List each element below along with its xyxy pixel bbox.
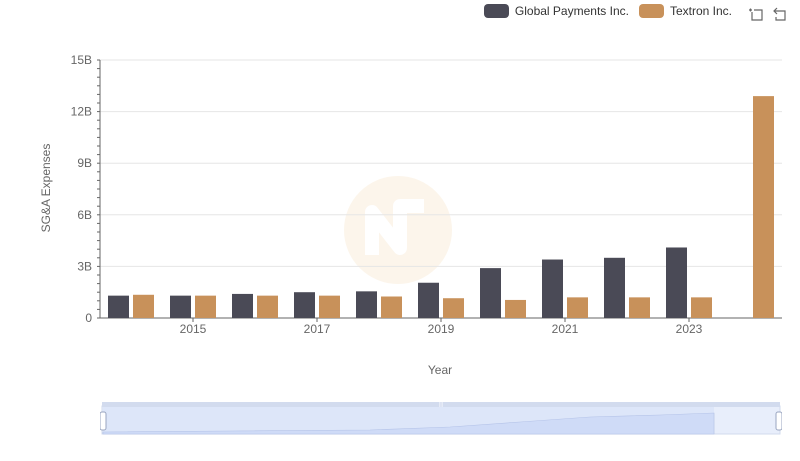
slider-left-handle[interactable] bbox=[100, 411, 107, 431]
bar-global-payments-2020[interactable] bbox=[480, 268, 501, 318]
bar-textron-2020[interactable] bbox=[505, 299, 526, 318]
y-axis-title: SG&A Expenses bbox=[39, 144, 53, 233]
bar-textron-2015[interactable] bbox=[195, 295, 216, 318]
bar-global-payments-2017[interactable] bbox=[294, 292, 315, 318]
bar-textron-2021[interactable] bbox=[567, 297, 588, 318]
x-tick-label: 2017 bbox=[304, 322, 331, 336]
bar-textron-2022[interactable] bbox=[629, 297, 650, 318]
y-tick-label: 0 bbox=[85, 311, 92, 325]
y-tick-label: 9B bbox=[77, 156, 92, 170]
bar-global-payments-2018[interactable] bbox=[356, 291, 377, 318]
y-tick-label: 12B bbox=[71, 105, 92, 119]
bar-global-payments-2014[interactable] bbox=[108, 295, 129, 318]
y-axis: 0 3B 6B 9B 12B 15B bbox=[71, 53, 101, 325]
x-tick-label: 2023 bbox=[676, 322, 703, 336]
watermark-logo bbox=[344, 176, 452, 284]
bar-global-payments-2019[interactable] bbox=[418, 282, 439, 318]
data-zoom-slider[interactable]: ||| bbox=[100, 402, 782, 436]
x-tick-label: 2019 bbox=[428, 322, 455, 336]
slider-grip[interactable]: ||| bbox=[439, 402, 443, 408]
bar-global-payments-2023[interactable] bbox=[666, 247, 687, 318]
slider-selected-range bbox=[103, 407, 714, 434]
x-axis-title: Year bbox=[428, 363, 452, 377]
x-axis: 2015 2017 2019 2021 2023 bbox=[100, 317, 782, 336]
bar-textron-2014[interactable] bbox=[133, 294, 154, 318]
bar-textron-2019[interactable] bbox=[443, 298, 464, 318]
bar-textron-2016[interactable] bbox=[257, 295, 278, 318]
bar-textron-2018[interactable] bbox=[381, 296, 402, 319]
x-tick-label: 2015 bbox=[180, 322, 207, 336]
bar-textron-2017[interactable] bbox=[319, 295, 340, 318]
y-tick-label: 6B bbox=[77, 208, 92, 222]
bar-global-payments-2022[interactable] bbox=[604, 257, 625, 318]
y-tick-label: 3B bbox=[77, 259, 92, 273]
bar-global-payments-2021[interactable] bbox=[542, 259, 563, 318]
bar-global-payments-2016[interactable] bbox=[232, 293, 253, 318]
bar-global-payments-2015[interactable] bbox=[170, 295, 191, 318]
x-tick-label: 2021 bbox=[552, 322, 579, 336]
slider-right-handle[interactable] bbox=[775, 411, 782, 431]
bar-textron-2023[interactable] bbox=[691, 297, 712, 318]
bar-chart: 0 3B 6B 9B 12B 15B 2015 2017 2019 2021 2023 SG&A … bbox=[39, 53, 782, 377]
bar-textron-2024[interactable] bbox=[753, 96, 774, 319]
y-tick-label: 15B bbox=[71, 53, 92, 67]
